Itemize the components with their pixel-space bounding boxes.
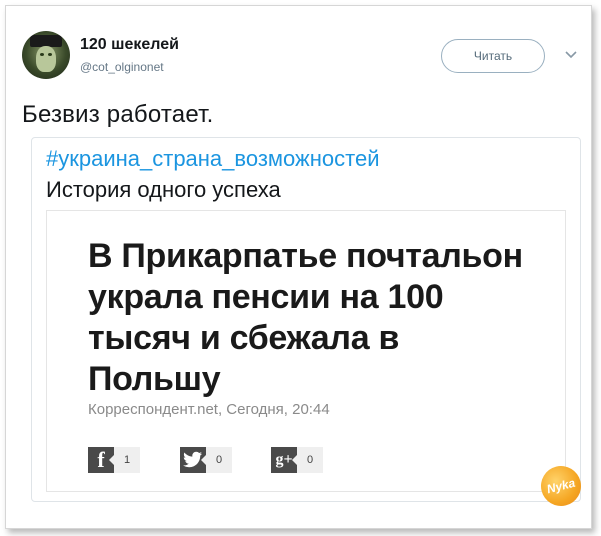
facebook-share[interactable]: f 1 <box>88 447 140 473</box>
chevron-down-icon[interactable] <box>564 48 578 62</box>
avatar-eye <box>48 53 52 56</box>
quoted-text: История одного успеха <box>46 177 281 202</box>
twitter-bird-glyph <box>183 451 202 468</box>
twitter-share[interactable]: 0 <box>180 447 232 473</box>
article-source-line: Корреспондент.net, Сегодня, 20:44 <box>88 401 330 418</box>
user-display-name[interactable]: 120 шекелей <box>80 36 179 54</box>
hashtag-link[interactable]: #украина_страна_возможностей <box>46 146 380 172</box>
user-handle[interactable]: @cot_olginonet <box>80 60 164 74</box>
facebook-share-count: 1 <box>109 447 140 473</box>
twitter-share-count: 0 <box>201 447 232 473</box>
follow-button[interactable]: Читать <box>441 39 545 73</box>
article-headline: В Прикарпатье почтальон украла пенсии на… <box>88 237 523 398</box>
user-avatar[interactable] <box>22 31 70 79</box>
googleplus-share-count: 0 <box>292 447 323 473</box>
avatar-face <box>36 46 56 72</box>
googleplus-share[interactable]: g+ 0 <box>271 447 323 473</box>
avatar-eye <box>40 53 44 56</box>
tweet-text: Безвиз работает. <box>22 101 214 128</box>
